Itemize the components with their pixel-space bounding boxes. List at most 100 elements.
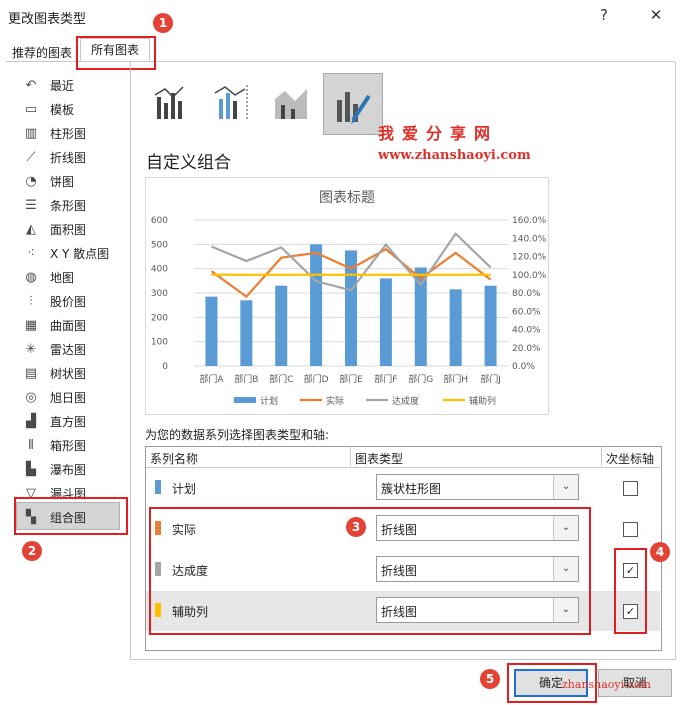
chart-type-select[interactable]: 簇状柱形图 ⌄ xyxy=(376,474,579,500)
surface-chart-icon: ▦ xyxy=(24,317,38,333)
sidebar-item-label: 旭日图 xyxy=(50,390,87,405)
legend-label: 达成度 xyxy=(392,395,419,407)
badge-4: 4 xyxy=(650,542,670,562)
combo-chart: 图表标题 0 100 200 300 400 500 600 0.0% 20.0% 40.0% 60.… xyxy=(151,190,547,407)
x-tick-label: 部门B xyxy=(234,373,258,385)
sidebar-item-label: 面积图 xyxy=(50,222,87,237)
sidebar-item-label: 折线图 xyxy=(50,150,87,165)
sidebar-item-label: 树状图 xyxy=(50,366,87,381)
sidebar-item-recent[interactable]: ↶ 最近 xyxy=(20,74,130,96)
sidebar-item-label: 饼图 xyxy=(50,174,75,189)
y-right-tick-label: 40.0% xyxy=(512,326,541,336)
column-line-secondary-icon xyxy=(214,85,248,119)
sidebar-item-label: 模板 xyxy=(50,102,75,117)
legend-label: 实际 xyxy=(326,395,344,407)
bar-2 xyxy=(275,285,288,366)
sidebar-item-scatter-chart[interactable]: ⁖ X Y 散点图 xyxy=(20,242,130,264)
sidebar-item-line-chart[interactable]: ⟋ 折线图 xyxy=(20,146,130,168)
template-icon: ▭ xyxy=(24,101,38,117)
sidebar-item-label: 地图 xyxy=(50,270,75,285)
header-chart-type: 图表类型 xyxy=(355,452,404,466)
header-divider xyxy=(350,446,351,466)
window-title: 更改图表类型 xyxy=(8,12,87,27)
header-series-name: 系列名称 xyxy=(150,452,199,466)
y-right-tick-label: 160.0% xyxy=(512,216,547,226)
sidebar-item-surface-chart[interactable]: ▦ 曲面图 xyxy=(20,314,130,336)
sunburst-chart-icon: ◎ xyxy=(25,389,37,405)
area-column-thumb[interactable] xyxy=(268,72,314,130)
tab-recommended[interactable]: 推荐的图表 xyxy=(6,42,78,63)
x-tick-label: 部门E xyxy=(339,373,363,385)
y-left-tick-label: 500 xyxy=(151,240,168,250)
chevron-down-icon[interactable]: ⌄ xyxy=(553,475,578,499)
sidebar-item-label: 最近 xyxy=(50,78,75,93)
badge-2: 2 xyxy=(22,541,42,561)
series-color-swatch xyxy=(155,480,161,494)
sidebar-item-radar-chart[interactable]: ✳ 雷达图 xyxy=(20,338,130,360)
scatter-chart-icon: ⁖ xyxy=(27,245,35,261)
watermark-title: 我爱分享网 xyxy=(378,124,499,143)
bar-7 xyxy=(449,289,462,366)
histogram-chart-icon: ▟ xyxy=(26,413,36,429)
section-title: 自定义组合 xyxy=(146,153,231,173)
sidebar-item-stock-chart[interactable]: ⫶ 股价图 xyxy=(20,290,130,312)
sidebar-item-label: 直方图 xyxy=(50,414,87,429)
radar-chart-icon: ✳ xyxy=(25,341,37,357)
header-secondary-axis: 次坐标轴 xyxy=(606,452,655,466)
y-right-tick-label: 120.0% xyxy=(512,253,547,263)
highlight-box-4 xyxy=(614,548,647,634)
x-tick-label: 部门D xyxy=(304,373,329,385)
x-tick-label: 部门C xyxy=(269,373,293,385)
x-tick-label: 部门G xyxy=(408,373,433,385)
bar-5 xyxy=(379,278,392,366)
secondary-axis-checkbox[interactable] xyxy=(623,481,638,496)
highlight-box-2 xyxy=(14,497,128,535)
y-left-tick-label: 400 xyxy=(151,265,168,275)
badge-5: 5 xyxy=(480,669,500,689)
y-left-tick-label: 300 xyxy=(151,289,168,299)
sidebar-item-pie-chart[interactable]: ◔ 饼图 xyxy=(20,170,130,192)
help-button[interactable]: ? xyxy=(594,6,614,24)
x-tick-label: 部门J xyxy=(480,373,501,385)
recent-icon: ↶ xyxy=(25,77,37,93)
sidebar-item-label: 股价图 xyxy=(50,294,87,309)
highlight-box-3 xyxy=(149,507,591,635)
sidebar-item-column-chart[interactable]: ▥ 柱形图 xyxy=(20,122,130,144)
map-chart-icon: ◍ xyxy=(25,269,37,285)
column-line-secondary-thumb[interactable] xyxy=(208,72,254,130)
x-tick-label: 部门H xyxy=(443,373,468,385)
close-button[interactable]: ✕ xyxy=(646,6,666,24)
legend-label: 辅助列 xyxy=(469,395,496,407)
header-rule xyxy=(146,467,660,468)
chart-type-value: 簇状柱形图 xyxy=(381,482,442,496)
clustered-column-line-thumb[interactable] xyxy=(148,72,194,130)
y-left-tick-label: 0 xyxy=(162,362,168,372)
bar-1 xyxy=(240,300,253,366)
y-right-tick-label: 0.0% xyxy=(512,362,535,372)
sidebar-item-map-chart[interactable]: ◍ 地图 xyxy=(20,266,130,288)
chart-title: 图表标题 xyxy=(319,190,375,206)
sidebar-item-sunburst-chart[interactable]: ◎ 旭日图 xyxy=(20,386,130,408)
sidebar-item-waterfall-chart[interactable]: ▙ 瀑布图 xyxy=(20,458,130,480)
watermark-url: www.zhanshaoyi.com xyxy=(378,148,531,163)
sidebar-item-histogram-chart[interactable]: ▟ 直方图 xyxy=(20,410,130,432)
sidebar-item-template[interactable]: ▭ 模板 xyxy=(20,98,130,120)
waterfall-chart-icon: ▙ xyxy=(26,461,36,477)
bar-3 xyxy=(310,244,323,366)
custom-combo-icon xyxy=(337,92,371,124)
sidebar-item-box-chart[interactable]: ⫴ 箱形图 xyxy=(20,434,130,456)
secondary-axis-checkbox[interactable] xyxy=(623,522,638,537)
custom-combo-thumb[interactable] xyxy=(323,73,383,135)
sidebar-item-bar-chart[interactable]: ☰ 条形图 xyxy=(20,194,130,216)
sidebar-item-label: 雷达图 xyxy=(50,342,87,357)
sidebar-item-label: X Y 散点图 xyxy=(50,246,110,261)
sidebar-item-area-chart[interactable]: ◭ 面积图 xyxy=(20,218,130,240)
sidebar-item-treemap-chart[interactable]: ▤ 树状图 xyxy=(20,362,130,384)
series-name: 计划 xyxy=(172,482,197,496)
legend-label: 计划 xyxy=(260,395,278,407)
column-chart-icon: ▥ xyxy=(24,125,38,141)
treemap-chart-icon: ▤ xyxy=(24,365,38,381)
line-chart-icon: ⟋ xyxy=(26,149,36,165)
stock-chart-icon: ⫶ xyxy=(29,293,33,309)
x-tick-label: 部门F xyxy=(374,373,397,385)
